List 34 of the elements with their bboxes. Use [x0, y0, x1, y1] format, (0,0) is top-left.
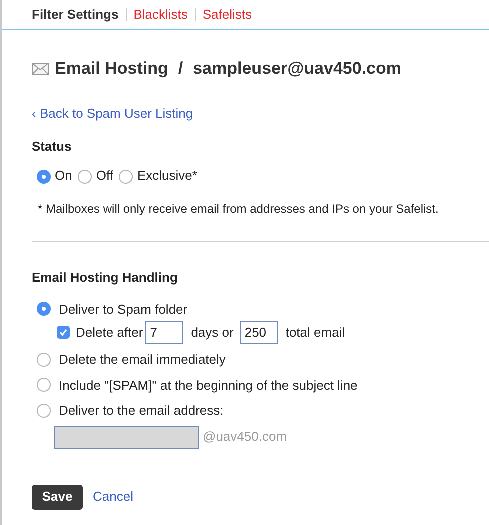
envelope-icon	[32, 62, 49, 75]
radio-label: Deliver to Spam folder	[59, 300, 188, 319]
total-field[interactable]: 250	[240, 321, 278, 344]
save-button[interactable]: Save	[32, 484, 83, 510]
account-title: sampleuser@uav450.com	[193, 58, 402, 80]
days-field[interactable]: 7	[145, 321, 184, 344]
section-heading: Status	[32, 138, 73, 156]
radio-button[interactable]	[37, 378, 51, 392]
checkbox[interactable]	[57, 326, 70, 339]
radio-button[interactable]	[37, 352, 51, 367]
radio-label: Deliver to the email address:	[59, 402, 224, 420]
radio-button[interactable]	[37, 404, 51, 418]
radio-button[interactable]	[119, 170, 134, 184]
cancel-link[interactable]: Cancel	[93, 487, 134, 507]
tab[interactable]: Blacklists	[134, 4, 188, 24]
checkbox-label: Delete after	[76, 324, 144, 342]
radio-label: Exclusive*	[137, 166, 198, 184]
radio-label: Include "[SPAM]" at the beginning of the subject line	[59, 376, 358, 395]
separator: /	[178, 58, 184, 80]
radio-button[interactable]	[78, 170, 92, 184]
radio-label: Delete the email immediately	[59, 351, 226, 369]
field-label: days or	[191, 324, 234, 342]
radio-label: Off	[96, 166, 114, 184]
radio-button[interactable]	[37, 170, 51, 184]
radio-button[interactable]	[37, 302, 51, 316]
field-label: total email	[286, 324, 346, 342]
radio-label: On	[55, 166, 72, 184]
domain-label: @uav450.com	[203, 428, 288, 446]
back-link[interactable]: ‹ Back to Spam User Listing	[32, 106, 194, 120]
tab[interactable]: Safelists	[202, 4, 252, 24]
service-title: Email Hosting	[55, 58, 168, 80]
footnote: * Mailboxes will only receive email from addresses and IPs on your Safelist.	[38, 201, 440, 218]
tab[interactable]: Filter Settings	[32, 4, 119, 24]
section-heading: Email Hosting Handling	[32, 269, 179, 287]
